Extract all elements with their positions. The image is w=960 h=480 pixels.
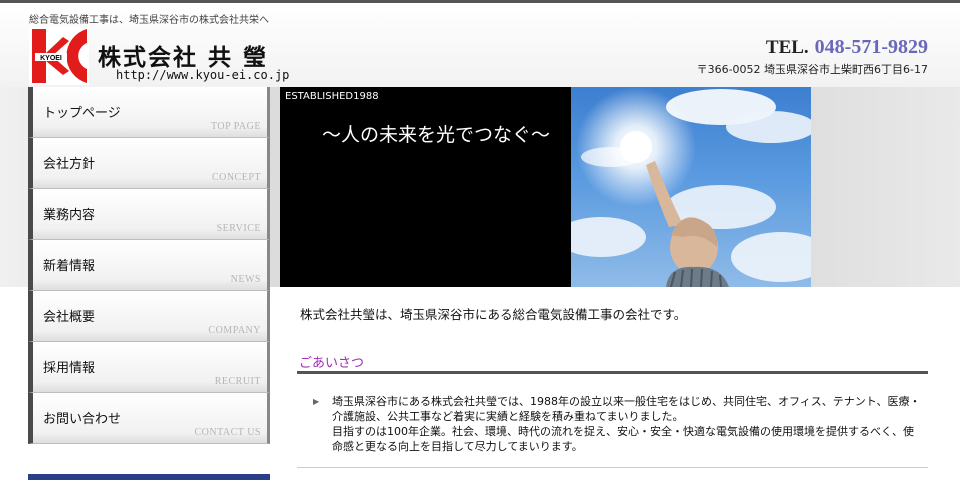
greeting-body: 埼玉県深谷市にある株式会社共瑩では、1988年の設立以来一般住宅をはじめ、共同住…	[332, 394, 922, 454]
intro-text: 株式会社共瑩は、埼玉県深谷市にある総合電気設備工事の会社です。	[300, 307, 687, 322]
nav-item-label: 業務内容	[43, 208, 96, 223]
nav-item-company[interactable]: 会社概要 COMPANY	[28, 291, 270, 342]
greeting-paragraph: 埼玉県深谷市にある株式会社共瑩では、1988年の設立以来一般住宅をはじめ、共同住…	[332, 395, 921, 423]
nav-item-sublabel: TOP PAGE	[210, 121, 261, 132]
nav-item-recruit[interactable]: 採用情報 RECRUIT	[28, 342, 270, 393]
greeting-paragraph: 目指すのは100年企業。社会、環境、時代の流れを捉え、安心・安全・快適な電気設備…	[332, 425, 914, 453]
nav-item-top[interactable]: トップページ TOP PAGE	[28, 87, 270, 138]
nav-item-label: 会社概要	[43, 310, 96, 325]
nav-item-label: 新着情報	[43, 259, 96, 274]
nav-item-label: お問い合わせ	[43, 412, 122, 427]
nav-item-concept[interactable]: 会社方針 CONCEPT	[28, 138, 270, 189]
company-url[interactable]: http://www.kyou-ei.co.jp	[116, 68, 289, 82]
greeting-divider	[297, 371, 928, 374]
nav-item-sublabel: CONCEPT	[211, 172, 261, 183]
nav-item-sublabel: NEWS	[230, 274, 261, 285]
greeting-heading: ごあいさつ	[299, 356, 365, 371]
hero-banner: ESTABLISHED1988 ～人の未来を光でつなぐ～	[280, 87, 811, 287]
hero-established: ESTABLISHED1988	[285, 91, 379, 102]
nav-item-sublabel: COMPANY	[208, 325, 261, 336]
nav-item-label: 採用情報	[43, 361, 96, 376]
nav-item-label: トップページ	[43, 106, 121, 121]
nav-item-label: 会社方針	[43, 157, 96, 172]
nav-item-service[interactable]: 業務内容 SERVICE	[28, 189, 270, 240]
nav-item-contact[interactable]: お問い合わせ CONTACT US	[28, 393, 270, 444]
site-tagline: 総合電気設備工事は、埼玉県深谷市の株式会社共栄へ	[29, 15, 269, 26]
nav-item-news[interactable]: 新着情報 NEWS	[28, 240, 270, 291]
company-address: 〒366-0052 埼玉県深谷市上柴町西6丁目6-17	[696, 63, 928, 76]
bullet-arrow-icon: ▶	[313, 397, 320, 406]
company-name: 株式会社 共 瑩	[98, 45, 269, 71]
hero-text-panel: ESTABLISHED1988 ～人の未来を光でつなぐ～	[280, 87, 571, 287]
logo-text: KYOEI	[40, 55, 62, 62]
section-divider	[297, 467, 928, 468]
sky-child-illustration	[556, 87, 811, 287]
sidebar-nav: トップページ TOP PAGE 会社方針 CONCEPT 業務内容 SERVIC…	[28, 87, 270, 444]
tel-block: TEL. 048-571-9829	[766, 36, 928, 59]
nav-item-sublabel: CONTACT US	[194, 427, 261, 438]
sidebar-footer-bar	[28, 474, 270, 480]
hero-photo	[556, 87, 811, 287]
company-logo[interactable]: KYOEI	[29, 27, 89, 85]
hero-catchphrase: ～人の未来を光でつなぐ～	[322, 124, 551, 146]
nav-item-sublabel: SERVICE	[216, 223, 261, 234]
tel-number[interactable]: 048-571-9829	[815, 36, 928, 58]
tel-label: TEL.	[765, 37, 809, 58]
nav-item-sublabel: RECRUIT	[214, 376, 261, 387]
